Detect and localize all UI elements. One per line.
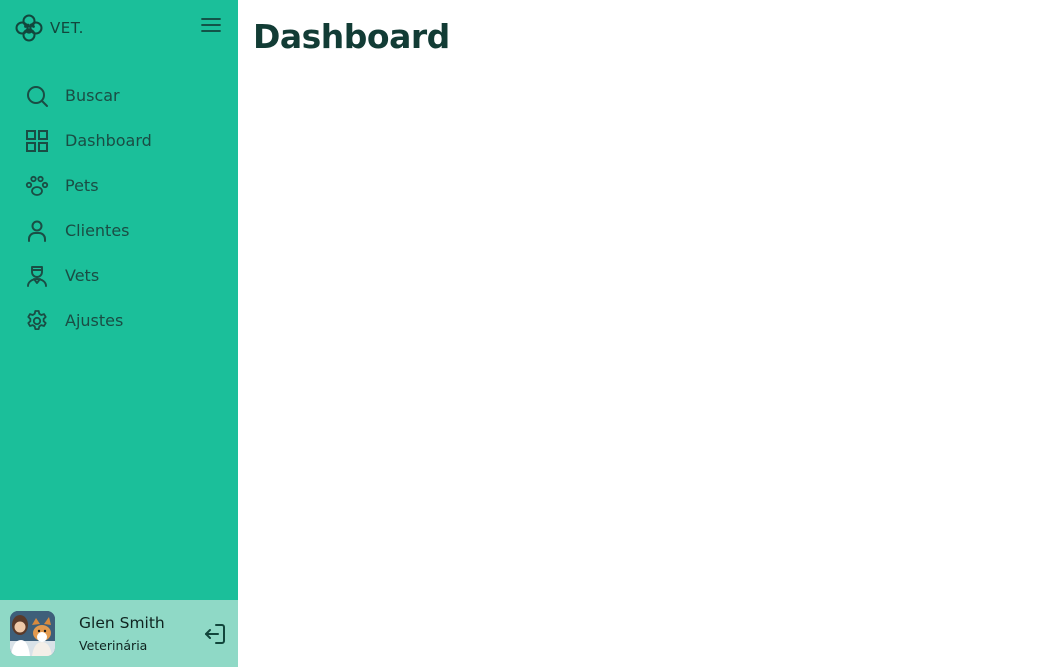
vet-doctor-icon (25, 264, 49, 288)
logout-button[interactable] (203, 622, 227, 646)
sidebar-item-pets[interactable]: Pets (0, 163, 238, 208)
sidebar-nav: Buscar Dashboard Pets Clientes Vets Ajus… (0, 73, 238, 343)
app: VET. Buscar Dashboard Pets Clientes Vets… (0, 0, 1049, 667)
hamburger-menu-icon (200, 16, 222, 38)
sidebar-item-label: Clientes (65, 221, 130, 240)
paw-icon (25, 174, 49, 198)
gear-icon (25, 309, 49, 333)
avatar[interactable] (10, 611, 55, 656)
paw-clover-logo-icon (14, 14, 44, 42)
sidebar-item-ajustes[interactable]: Ajustes (0, 298, 238, 343)
logout-icon (203, 624, 227, 650)
sidebar-item-label: Ajustes (65, 311, 124, 330)
brand[interactable]: VET. (14, 14, 84, 42)
sidebar-item-clientes[interactable]: Clientes (0, 208, 238, 253)
user-role: Veterinária (79, 638, 148, 653)
user-name: Glen Smith (79, 614, 165, 632)
sidebar-item-dashboard[interactable]: Dashboard (0, 118, 238, 163)
grid-icon (25, 129, 49, 153)
main-content: Dashboard (238, 0, 1049, 667)
sidebar-item-label: Buscar (65, 86, 120, 105)
sidebar: VET. Buscar Dashboard Pets Clientes Vets… (0, 0, 238, 667)
page-title: Dashboard (253, 17, 450, 56)
sidebar-item-label: Vets (65, 266, 100, 285)
sidebar-item-label: Dashboard (65, 131, 152, 150)
sidebar-item-label: Pets (65, 176, 99, 195)
search-icon (25, 84, 49, 108)
brand-name: VET. (50, 19, 84, 37)
user-icon (25, 219, 49, 243)
menu-toggle-button[interactable] (198, 14, 224, 40)
sidebar-item-buscar[interactable]: Buscar (0, 73, 238, 118)
sidebar-item-vets[interactable]: Vets (0, 253, 238, 298)
